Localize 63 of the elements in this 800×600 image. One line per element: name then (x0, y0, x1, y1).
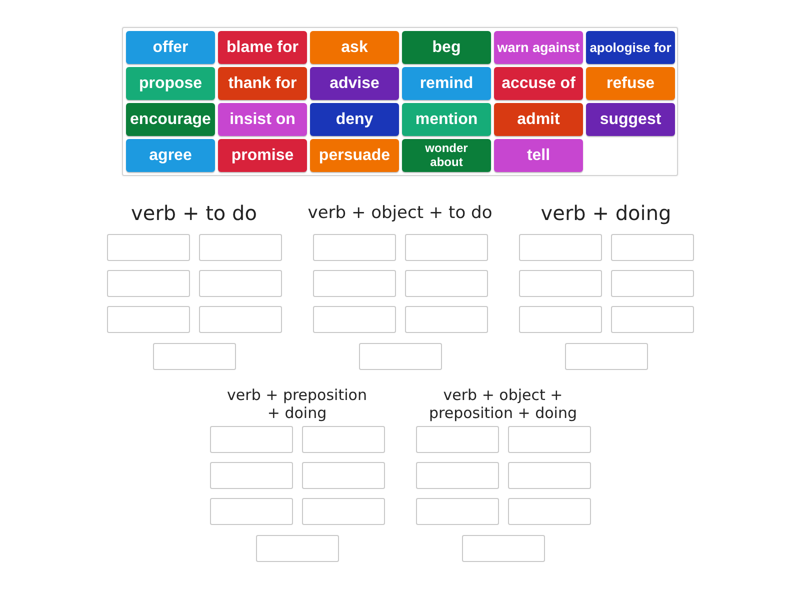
category-heading: verb + to do (131, 204, 257, 222)
answer-box[interactable] (312, 234, 396, 261)
word-tile[interactable]: advise (310, 67, 399, 100)
word-tile[interactable]: encourage (126, 103, 215, 136)
answer-box[interactable] (610, 234, 694, 261)
answer-box[interactable] (404, 306, 488, 333)
word-tile[interactable]: suggest (586, 103, 675, 136)
word-tile[interactable]: insist on (218, 103, 307, 136)
category-heading: verb + object + to do (308, 204, 492, 222)
answer-box[interactable] (564, 343, 648, 370)
answer-box[interactable] (198, 270, 282, 297)
answer-box[interactable] (302, 462, 384, 489)
answer-box[interactable] (106, 234, 190, 261)
word-tile[interactable]: mention (402, 103, 491, 136)
word-tile[interactable]: offer (126, 31, 215, 64)
word-tile[interactable]: apologise for (586, 31, 675, 64)
category-heading: verb + doing (540, 204, 672, 222)
word-tile[interactable]: agree (126, 139, 215, 172)
answer-box[interactable] (198, 234, 282, 261)
answer-box[interactable] (416, 462, 498, 489)
answer-box[interactable] (312, 270, 396, 297)
answer-box[interactable] (404, 270, 488, 297)
category-heading: verb + object + preposition + doing (428, 386, 578, 422)
answer-box[interactable] (508, 498, 590, 525)
answer-box[interactable] (416, 498, 498, 525)
answer-box[interactable] (416, 426, 498, 453)
answer-box[interactable] (210, 498, 292, 525)
answer-box[interactable] (210, 462, 292, 489)
word-tile[interactable]: blame for (218, 31, 307, 64)
answer-box[interactable] (508, 462, 590, 489)
word-tile[interactable]: propose (126, 67, 215, 100)
word-tile[interactable]: wonder about (402, 139, 491, 172)
answer-box[interactable] (106, 306, 190, 333)
answer-box[interactable] (256, 535, 338, 562)
answer-box[interactable] (404, 234, 488, 261)
answer-box[interactable] (610, 306, 694, 333)
word-tile[interactable]: warn against (494, 31, 583, 64)
answer-box[interactable] (518, 306, 602, 333)
answer-box[interactable] (302, 426, 384, 453)
word-tile[interactable]: persuade (310, 139, 399, 172)
word-tile[interactable]: beg (402, 31, 491, 64)
answer-box[interactable] (508, 426, 590, 453)
word-tile[interactable]: deny (310, 103, 399, 136)
word-tile[interactable]: refuse (586, 67, 675, 100)
answer-box[interactable] (610, 270, 694, 297)
answer-box[interactable] (518, 270, 602, 297)
answer-box[interactable] (198, 306, 282, 333)
answer-box[interactable] (462, 535, 544, 562)
answer-box[interactable] (312, 306, 396, 333)
word-tile[interactable]: tell (494, 139, 583, 172)
answer-box[interactable] (210, 426, 292, 453)
answer-box[interactable] (302, 498, 384, 525)
word-tile[interactable]: accuse of (494, 67, 583, 100)
category-heading: verb + preposition + doing (226, 386, 368, 422)
answer-box[interactable] (152, 343, 236, 370)
answer-box[interactable] (358, 343, 442, 370)
word-tile[interactable]: admit (494, 103, 583, 136)
word-tile[interactable]: remind (402, 67, 491, 100)
answer-box[interactable] (106, 270, 190, 297)
answer-box[interactable] (518, 234, 602, 261)
word-tile[interactable]: ask (310, 31, 399, 64)
word-tile[interactable]: promise (218, 139, 307, 172)
word-tile[interactable]: thank for (218, 67, 307, 100)
